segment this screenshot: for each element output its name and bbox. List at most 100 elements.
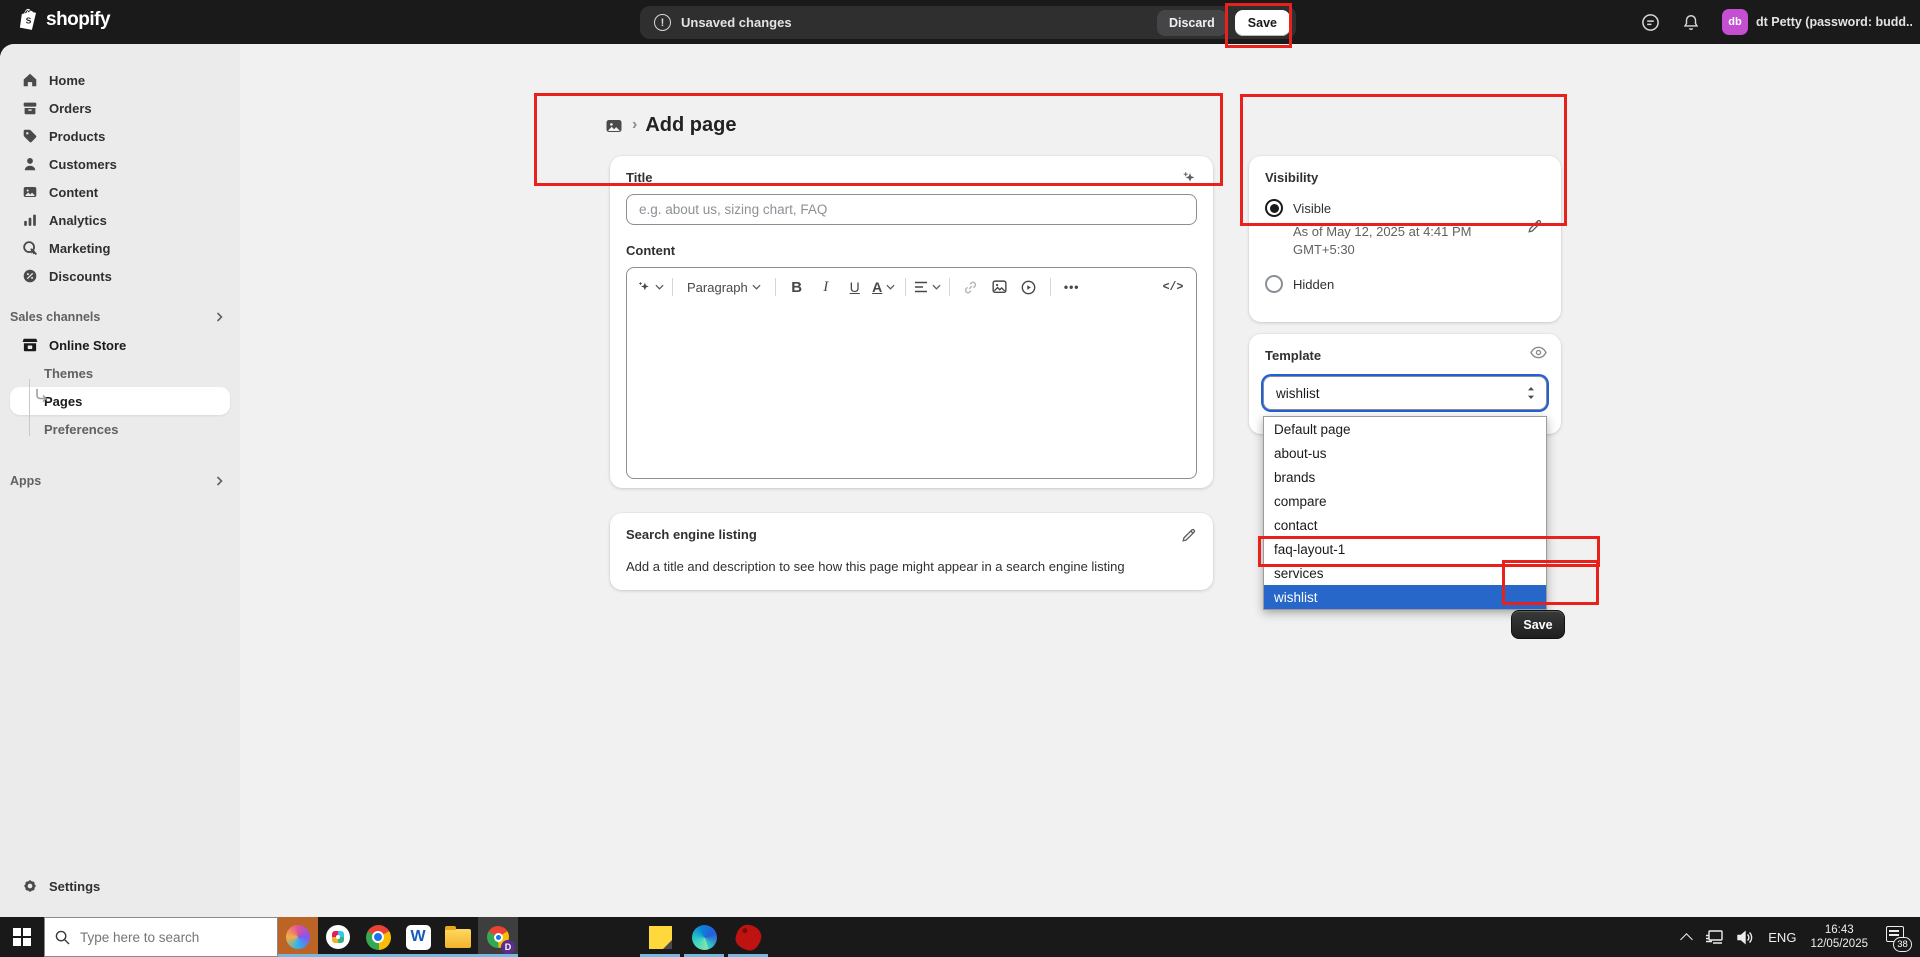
- sidebar-item-discounts[interactable]: Discounts: [0, 262, 240, 290]
- sidebar-item-label: Analytics: [49, 213, 107, 228]
- sidebar-item-label: Content: [49, 185, 98, 200]
- chevron-right-icon: [215, 475, 224, 487]
- page-title: Add page: [645, 114, 736, 137]
- taskbar-edge-icon[interactable]: [684, 917, 724, 957]
- sidebar-item-home[interactable]: Home: [0, 66, 240, 94]
- customers-icon: [20, 155, 39, 174]
- more-options-button[interactable]: •••: [1059, 274, 1085, 300]
- sidebar-item-online-store[interactable]: Online Store: [0, 331, 240, 359]
- pages-breadcrumb-icon[interactable]: [604, 116, 624, 136]
- volume-icon[interactable]: [1737, 930, 1754, 945]
- taskbar-chrome-profile-icon[interactable]: D: [478, 917, 518, 957]
- template-option[interactable]: services: [1264, 561, 1546, 585]
- breadcrumb: › Add page: [604, 114, 736, 137]
- visible-note-line1: As of May 12, 2025 at 4:41 PM: [1293, 223, 1498, 241]
- save-button-bottom[interactable]: Save: [1511, 610, 1565, 639]
- paragraph-style-dropdown[interactable]: Paragraph: [681, 274, 767, 300]
- start-button[interactable]: [0, 917, 44, 957]
- sidebar-item-label: Marketing: [49, 241, 110, 256]
- taskbar-file-explorer-icon[interactable]: [438, 917, 478, 957]
- hidden-radio[interactable]: [1265, 275, 1283, 293]
- discard-button[interactable]: Discard: [1157, 10, 1227, 36]
- taskbar-slack-icon[interactable]: [318, 917, 358, 957]
- shopify-bag-icon: S: [18, 8, 41, 32]
- link-button[interactable]: [958, 274, 984, 300]
- italic-button[interactable]: I: [813, 274, 839, 300]
- underline-button[interactable]: U: [842, 274, 868, 300]
- gear-icon: [20, 877, 39, 896]
- insert-image-button[interactable]: [987, 274, 1013, 300]
- sidebar-item-label: Settings: [49, 879, 100, 894]
- content-icon: [20, 183, 39, 202]
- template-option[interactable]: brands: [1264, 465, 1546, 489]
- save-button-top[interactable]: Save: [1235, 10, 1290, 36]
- taskbar-word-icon[interactable]: W: [398, 917, 438, 957]
- sidebar-item-label: Preferences: [44, 422, 118, 437]
- preview-eye-icon[interactable]: [1530, 346, 1547, 359]
- profile-badge: D: [501, 940, 515, 954]
- editor-content-area[interactable]: [627, 306, 1196, 478]
- network-icon[interactable]: [1705, 930, 1723, 945]
- template-option[interactable]: about-us: [1264, 441, 1546, 465]
- clock[interactable]: 16:43 12/05/2025: [1810, 923, 1868, 951]
- text-color-button[interactable]: A: [871, 274, 897, 300]
- user-menu[interactable]: db dt Petty (password: budd...: [1722, 9, 1912, 35]
- sidebar-item-content[interactable]: Content: [0, 178, 240, 206]
- template-select[interactable]: wishlist: [1263, 376, 1547, 410]
- breadcrumb-chevron: ›: [632, 116, 637, 134]
- template-option[interactable]: contact: [1264, 513, 1546, 537]
- edit-visibility-pencil-icon[interactable]: [1527, 218, 1543, 234]
- sidebar-item-themes[interactable]: Themes: [0, 359, 240, 387]
- visible-radio[interactable]: [1265, 199, 1283, 217]
- windows-logo-icon: [13, 928, 31, 946]
- taskbar-copilot-icon[interactable]: [278, 917, 318, 957]
- sidebar-item-marketing[interactable]: Marketing: [0, 234, 240, 262]
- marketing-icon: [20, 239, 39, 258]
- home-icon: [20, 71, 39, 90]
- taskbar-search[interactable]: [44, 917, 278, 957]
- online-store-icon: [20, 336, 39, 355]
- toolbar-divider: [949, 278, 950, 296]
- apps-header[interactable]: Apps: [0, 467, 240, 495]
- taskbar-search-input[interactable]: [80, 930, 260, 945]
- taskbar-chrome-icon[interactable]: [358, 917, 398, 957]
- template-option[interactable]: faq-layout-1: [1264, 537, 1546, 561]
- sidebar-item-label: Home: [49, 73, 85, 88]
- taskbar-red-mascot-icon[interactable]: [728, 917, 768, 957]
- notifications-bell-icon[interactable]: [1682, 13, 1700, 32]
- bold-button[interactable]: B: [784, 274, 810, 300]
- shopify-logo[interactable]: S shopify: [18, 8, 110, 32]
- assistant-icon[interactable]: [1641, 13, 1660, 32]
- sidebar-item-settings[interactable]: Settings: [0, 872, 240, 900]
- paragraph-label: Paragraph: [687, 280, 748, 295]
- action-center-icon[interactable]: 38: [1882, 926, 1908, 948]
- sidebar-item-preferences[interactable]: Preferences: [0, 415, 240, 443]
- ai-sparkle-icon[interactable]: [1181, 170, 1197, 186]
- sidebar-item-pages-selected[interactable]: Pages: [10, 387, 230, 415]
- sidebar-item-analytics[interactable]: Analytics: [0, 206, 240, 234]
- sales-channels-header[interactable]: Sales channels: [0, 303, 240, 331]
- visibility-card: Visibility Visible As of May 12, 2025 at…: [1249, 156, 1561, 322]
- insert-video-button[interactable]: [1016, 274, 1042, 300]
- template-option[interactable]: Default page: [1264, 417, 1546, 441]
- sidebar-item-customers[interactable]: Customers: [0, 150, 240, 178]
- search-engine-listing-card: Search engine listing Add a title and de…: [610, 513, 1213, 590]
- sidebar-item-orders[interactable]: Orders: [0, 94, 240, 122]
- tree-connector-line: [29, 379, 30, 436]
- tray-chevron-up-icon[interactable]: [1680, 933, 1693, 946]
- unsaved-changes-bar: ! Unsaved changes Discard Save: [640, 6, 1296, 39]
- rich-text-editor[interactable]: Paragraph B I U A: [626, 267, 1197, 479]
- taskbar-sticky-notes-icon[interactable]: [640, 917, 680, 957]
- code-view-button[interactable]: </>: [1160, 274, 1186, 300]
- ai-assist-button[interactable]: [637, 274, 664, 300]
- template-option[interactable]: compare: [1264, 489, 1546, 513]
- alignment-button[interactable]: [914, 274, 941, 300]
- topbar: S shopify ! Unsaved changes Discard Save…: [0, 0, 1920, 44]
- workspace: Home Orders Products Customers Content A…: [0, 44, 1920, 917]
- edit-pencil-icon[interactable]: [1181, 527, 1197, 543]
- language-indicator[interactable]: ENG: [1768, 930, 1796, 945]
- template-option-selected[interactable]: wishlist: [1264, 585, 1546, 609]
- title-input[interactable]: [626, 194, 1197, 225]
- sidebar-item-products[interactable]: Products: [0, 122, 240, 150]
- products-tag-icon: [20, 127, 39, 146]
